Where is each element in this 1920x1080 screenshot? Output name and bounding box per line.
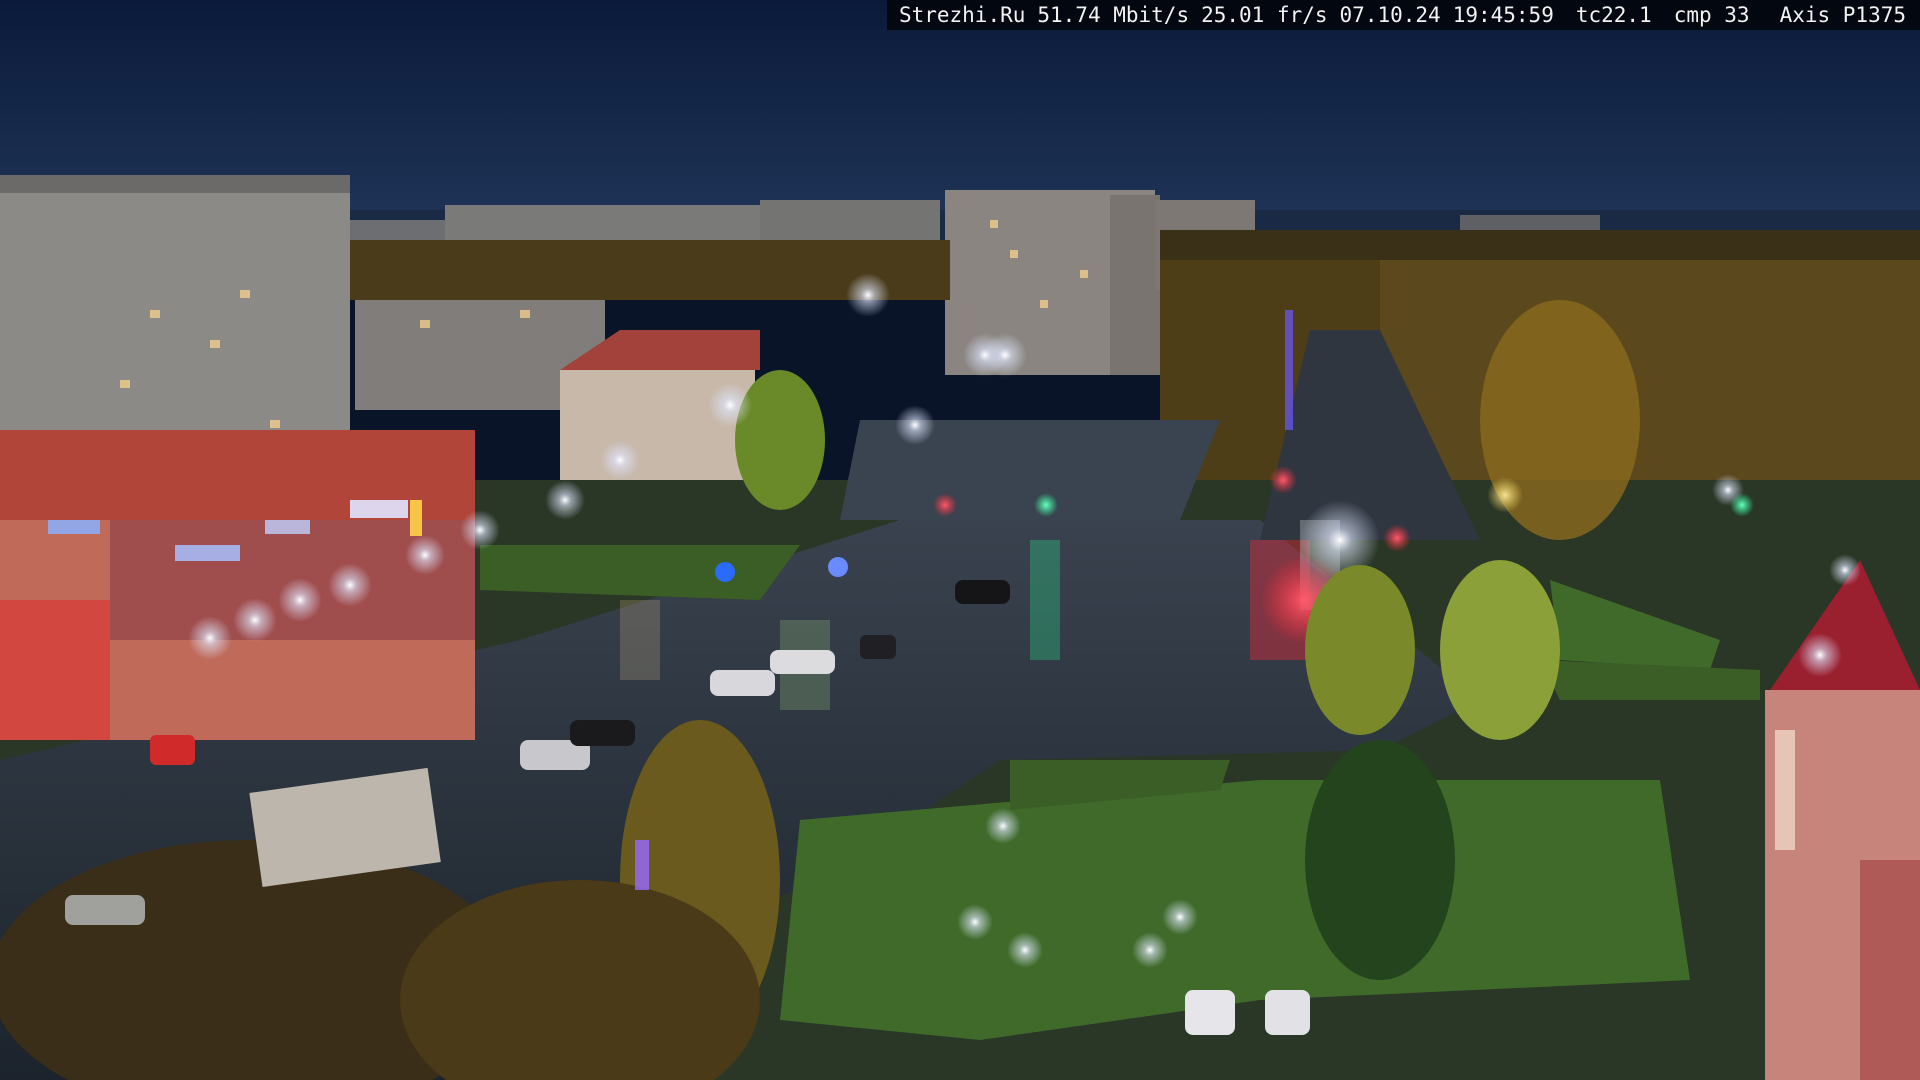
street-scene-image — [0, 0, 1920, 1080]
osd-cmp: cmp 33 — [1673, 3, 1750, 27]
osd-time: 19:45:59 — [1452, 3, 1554, 27]
camera-osd-overlay: Strezhi.Ru 51.74 Mbit/s 25.01 fr/s 07.10… — [886, 0, 1920, 30]
osd-site: Strezhi.Ru — [898, 3, 1026, 27]
osd-date: 07.10.24 — [1339, 3, 1441, 27]
osd-tc: tc22.1 — [1575, 3, 1652, 27]
osd-framerate: 25.01 fr/s — [1201, 3, 1328, 27]
camera-frame: Strezhi.Ru 51.74 Mbit/s 25.01 fr/s 07.10… — [0, 0, 1920, 1080]
shopping-building — [0, 430, 475, 740]
osd-bitrate: 51.74 Mbit/s — [1037, 3, 1190, 27]
osd-camera-model: Axis P1375 — [1779, 3, 1906, 27]
parking-lot — [840, 420, 1220, 520]
